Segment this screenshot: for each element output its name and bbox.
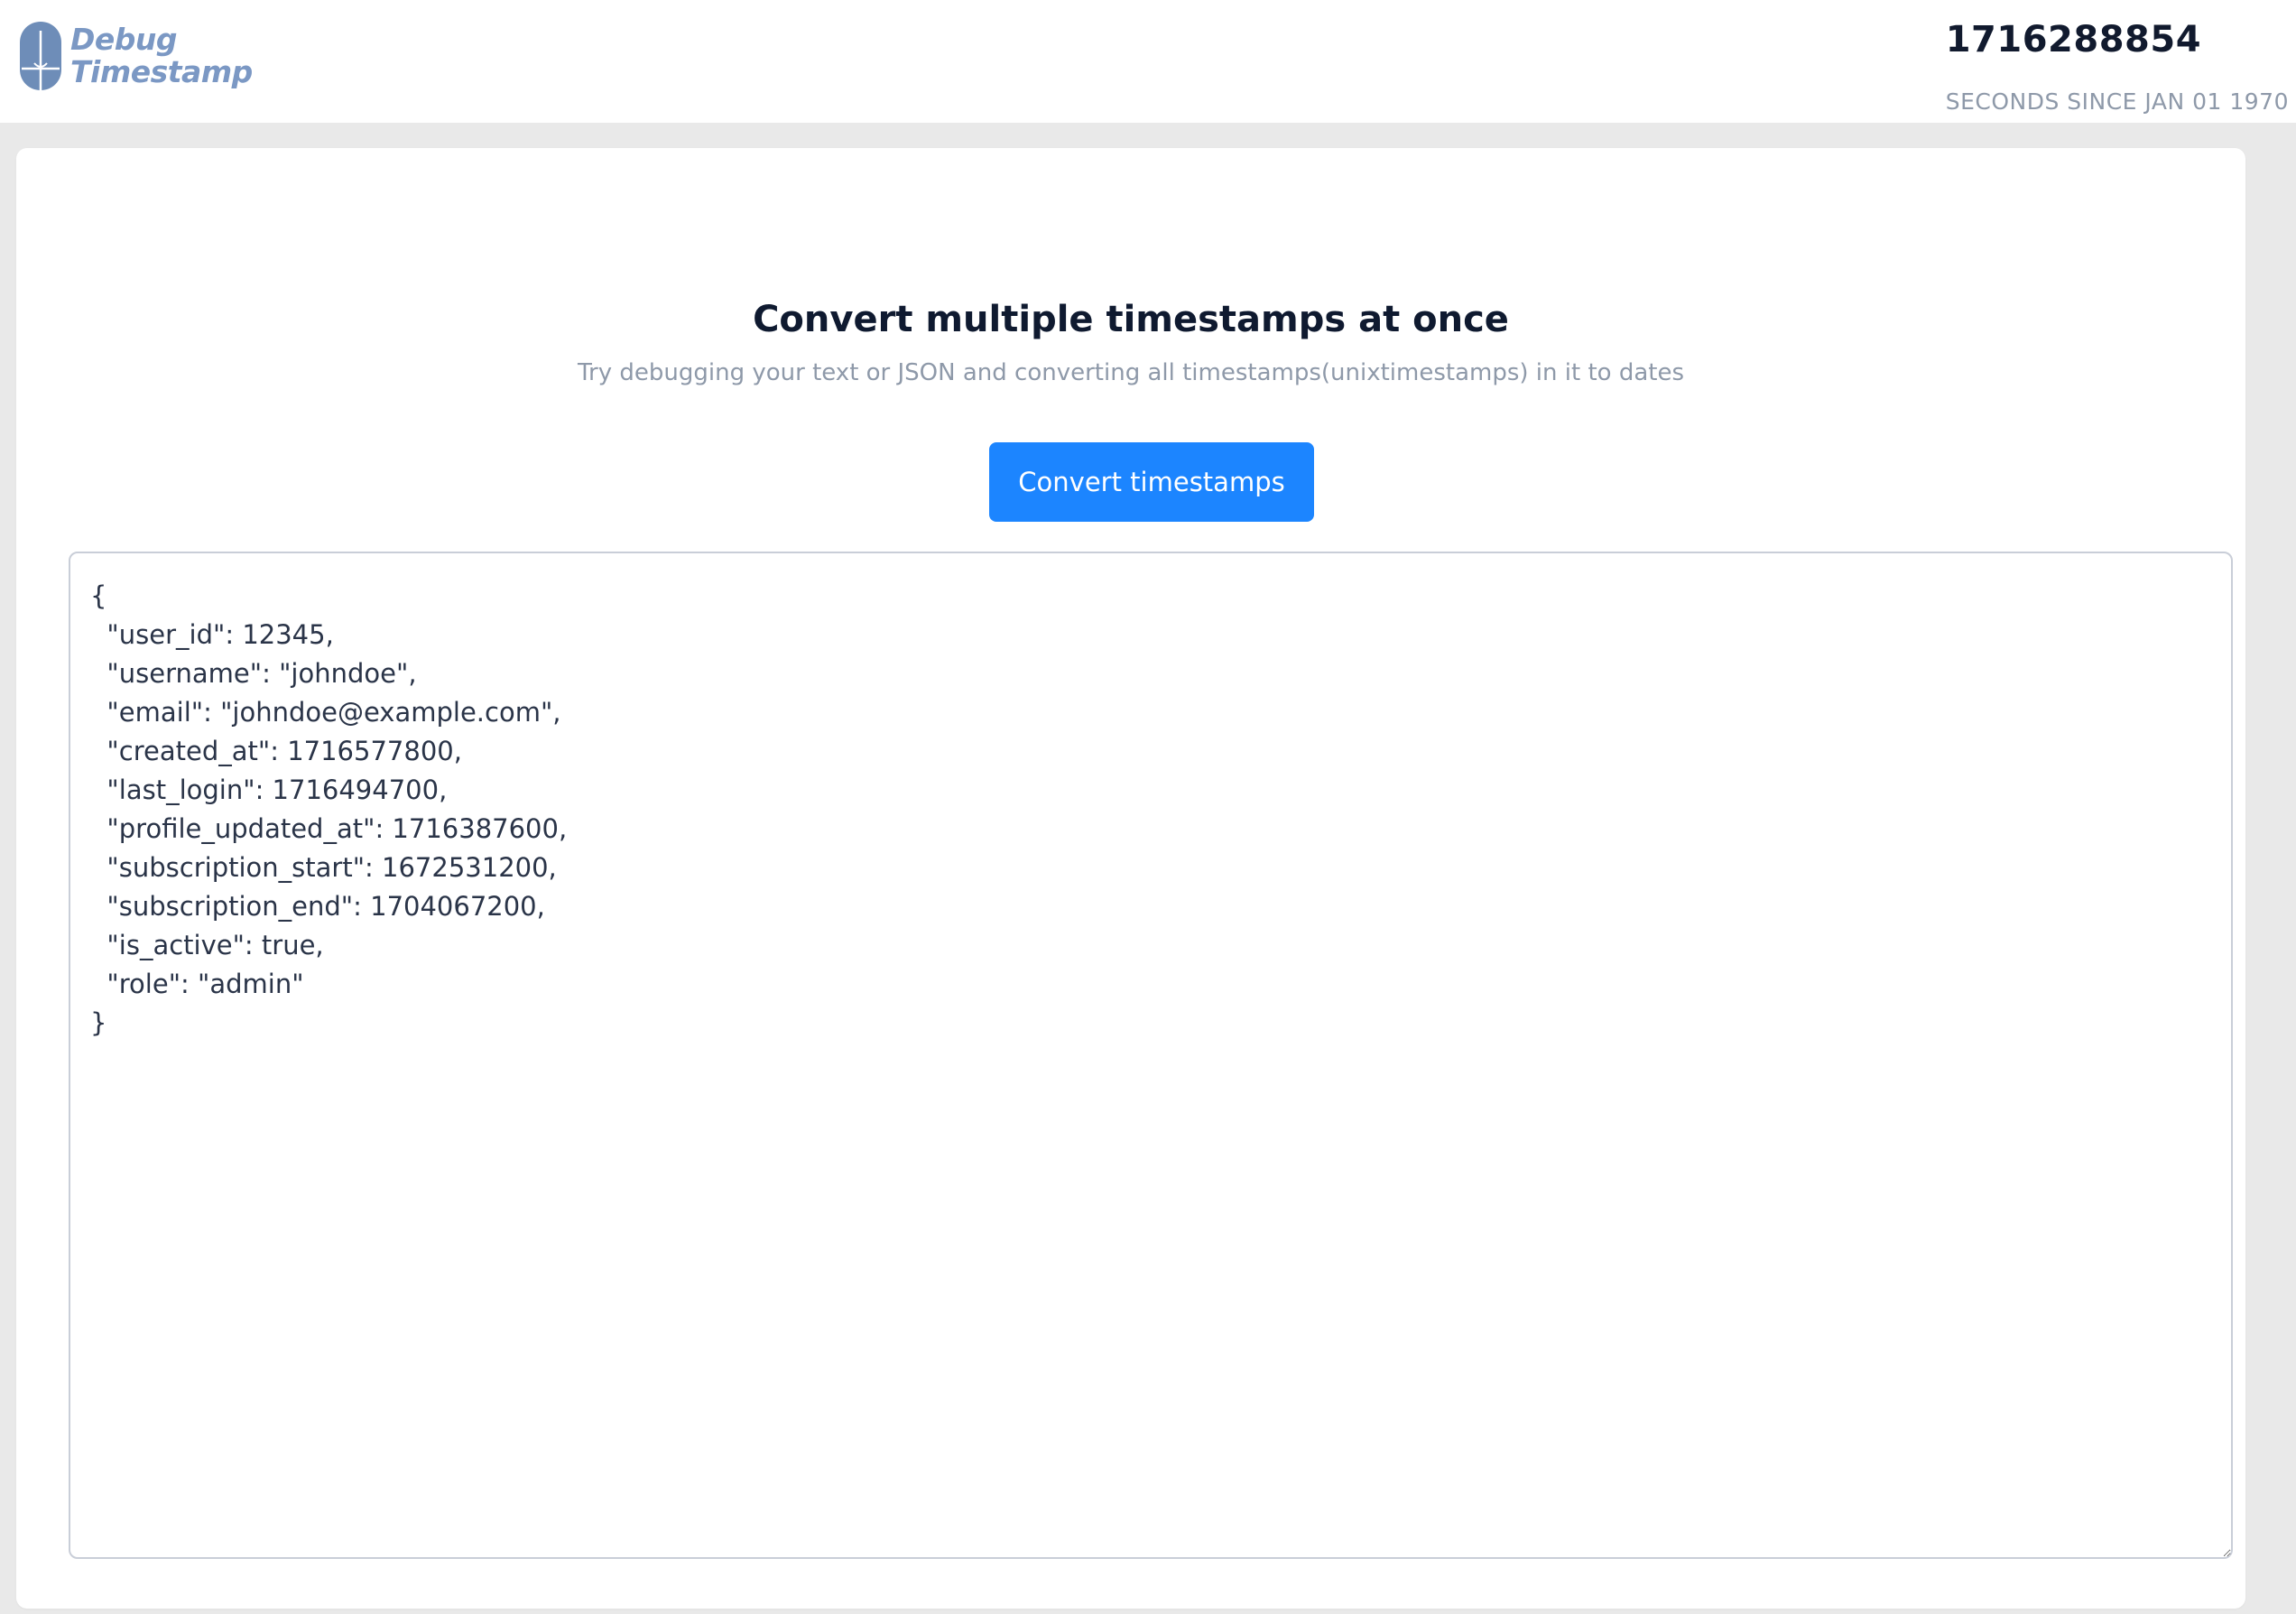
current-timestamp-value: 1716288854 — [1945, 19, 2202, 60]
brand-wordmark: Debug Timestamp — [70, 23, 253, 88]
brand-line-1: Debug — [70, 22, 178, 57]
brand-line-2: Timestamp — [70, 54, 253, 89]
current-timestamp-caption: SECONDS SINCE JAN 01 1970 — [1945, 88, 2289, 115]
convert-timestamps-button[interactable]: Convert timestamps — [989, 442, 1314, 522]
converter-card: Convert multiple timestamps at once Try … — [16, 148, 2245, 1609]
page-title: Convert multiple timestamps at once — [753, 299, 1509, 340]
page-subtitle: Try debugging your text or JSON and conv… — [577, 359, 1684, 386]
current-timestamp-clock: 1716288854 SECONDS SINCE JAN 01 1970 — [1946, 18, 2289, 116]
json-input-textarea[interactable] — [69, 552, 2233, 1559]
top-header: Debug Timestamp 1716288854 SECONDS SINCE… — [0, 0, 2296, 123]
brand-logo-link[interactable]: Debug Timestamp — [20, 22, 253, 90]
timestamp-logo-icon — [20, 22, 61, 90]
